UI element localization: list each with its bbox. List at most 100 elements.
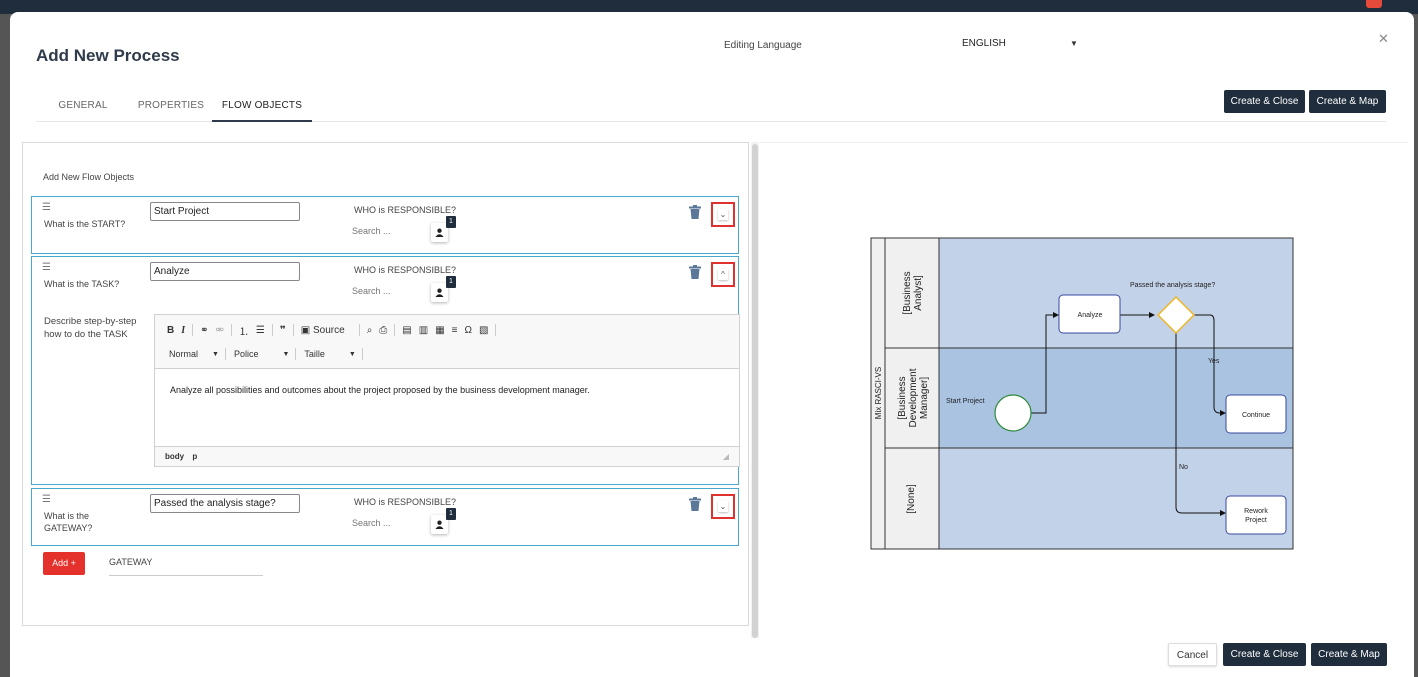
flow-object-task: ☰ What is the TASK? WHO is RESPONSIBLE? …	[31, 256, 740, 485]
print-icon[interactable]: ⎙	[379, 325, 387, 336]
blockquote-icon[interactable]: ❞	[280, 325, 286, 336]
create-map-button[interactable]: Create & Map	[1311, 643, 1387, 666]
format-select[interactable]: Normal	[169, 349, 198, 359]
image-icon[interactable]: ▤	[402, 325, 411, 336]
tab-flow-objects[interactable]: FLOW OBJECTS	[212, 94, 312, 122]
cancel-button[interactable]: Cancel	[1168, 643, 1217, 666]
responsible-search-input[interactable]	[352, 286, 412, 296]
iframe-icon[interactable]: ▧	[479, 325, 488, 336]
special-char-icon[interactable]: Ω	[465, 325, 472, 336]
tab-properties[interactable]: PROPERTIES	[130, 94, 212, 122]
flow-object-type-select[interactable]: GATEWAY	[109, 557, 263, 576]
language-select[interactable]: ENGLISH	[962, 38, 1006, 49]
numbered-list-icon[interactable]: ⒈	[239, 323, 249, 338]
responsible-search-input[interactable]	[352, 518, 412, 528]
start-event-label: Start Project	[946, 398, 985, 405]
create-close-button[interactable]: Create & Close	[1223, 643, 1306, 666]
path-p[interactable]: p	[192, 452, 197, 461]
gateway-name-input[interactable]	[150, 494, 300, 513]
close-icon[interactable]: ✕	[1378, 31, 1389, 47]
tab-general[interactable]: GENERAL	[36, 94, 130, 122]
source-button[interactable]: ▣ Source	[301, 325, 352, 336]
responsible-count-badge: 1	[446, 508, 456, 520]
drag-handle-icon[interactable]: ☰	[42, 262, 51, 273]
responsible-label: WHO is RESPONSIBLE?	[354, 205, 457, 215]
editor-toolbar: B I ⚭ ⚮ ⒈ ☰ ❞ ▣ Source ⌕ ⎙ ▤ ▥ ▦ ≡ Ω ▧ N…	[155, 315, 739, 369]
assign-user-button[interactable]: 1	[431, 508, 456, 534]
process-diagram: Mix RASCI-VS [Business Analyst] [Busines…	[870, 237, 1294, 550]
toolbar-separator	[361, 348, 363, 360]
collapse-toggle-button[interactable]: ^	[711, 262, 735, 287]
create-close-button-top[interactable]: Create & Close	[1224, 90, 1305, 113]
flow-object-label: What is the GATEWAY?	[44, 511, 93, 533]
responsible-search-input[interactable]	[352, 226, 412, 236]
task-rework	[1225, 495, 1287, 535]
add-flow-object-button[interactable]: Add +	[43, 552, 85, 575]
responsible-count-badge: 1	[446, 216, 456, 228]
unlink-icon[interactable]: ⚮	[216, 325, 224, 336]
size-select[interactable]: Taille	[304, 349, 325, 359]
toolbar-separator	[230, 324, 232, 336]
lane-label-line: [None]	[906, 484, 917, 514]
source-label: Source	[313, 324, 345, 336]
create-map-button-top[interactable]: Create & Map	[1309, 90, 1386, 113]
assign-user-button[interactable]: 1	[431, 216, 456, 242]
caret-down-icon[interactable]: ▼	[282, 351, 289, 358]
caret-down-icon[interactable]: ▼	[212, 351, 219, 358]
pool-label: Mix RASCI-VS	[874, 367, 883, 419]
background-left	[0, 14, 10, 677]
task-description-label: Describe step-by-step how to do the TASK	[44, 316, 137, 340]
link-icon[interactable]: ⚭	[200, 325, 208, 336]
caret-down-icon[interactable]: ▼	[349, 351, 356, 358]
drag-handle-icon[interactable]: ☰	[42, 202, 51, 213]
toolbar-separator	[295, 348, 297, 360]
toolbar-separator	[495, 324, 497, 336]
tab-bar: GENERAL PROPERTIES FLOW OBJECTS	[36, 94, 1386, 122]
lane-label-business-analyst: [Business Analyst]	[902, 271, 924, 314]
assign-user-button[interactable]: 1	[431, 276, 456, 302]
editor-content[interactable]: Analyze all possibilities and outcomes a…	[170, 385, 730, 395]
bulleted-list-icon[interactable]: ☰	[256, 325, 265, 336]
flow-objects-heading: Add New Flow Objects	[43, 172, 135, 182]
trash-icon[interactable]	[689, 497, 701, 511]
flow-objects-panel: Add New Flow Objects ☰ What is the START…	[22, 142, 749, 626]
font-select[interactable]: Police	[234, 349, 259, 359]
collapse-toggle-button[interactable]: ⌄	[711, 494, 735, 519]
drag-handle-icon[interactable]: ☰	[42, 494, 51, 505]
caret-down-icon[interactable]: ▼	[1070, 39, 1078, 48]
scrollbar-thumb[interactable]	[752, 144, 758, 638]
user-icon	[435, 288, 444, 297]
toolbar-separator	[292, 324, 294, 336]
responsible-label: WHO is RESPONSIBLE?	[354, 497, 457, 507]
editing-language-label: Editing Language	[724, 40, 802, 51]
collapse-toggle-button[interactable]: ⌄	[711, 202, 735, 227]
lane-label-none: [None]	[906, 484, 917, 514]
lane-label-business-dev-manager: [Business Development Manager]	[897, 368, 930, 427]
start-name-input[interactable]	[150, 202, 300, 221]
resize-handle-icon[interactable]: ◢	[723, 447, 729, 467]
notification-dot[interactable]	[1366, 0, 1382, 8]
edge-yes-label: Yes	[1208, 358, 1220, 365]
user-icon	[435, 520, 444, 529]
task-continue-label: Continue	[1242, 412, 1270, 419]
flash-icon[interactable]: ▥	[419, 325, 428, 336]
left-panel-scrollbar[interactable]	[751, 142, 759, 638]
toolbar-separator	[224, 348, 226, 360]
horizontal-rule-icon[interactable]: ≡	[452, 325, 458, 336]
task-analyze-label: Analyze	[1078, 312, 1103, 319]
bold-button[interactable]: B	[167, 325, 174, 336]
flow-object-label: What is the TASK?	[44, 279, 120, 289]
italic-button[interactable]: I	[181, 325, 185, 336]
preview-icon[interactable]: ⌕	[367, 325, 373, 336]
toolbar-separator	[271, 324, 273, 336]
add-process-modal: Add New Process Editing Language ENGLISH…	[10, 12, 1414, 677]
responsible-label: WHO is RESPONSIBLE?	[354, 265, 457, 275]
trash-icon[interactable]	[689, 265, 701, 279]
toolbar-separator	[394, 324, 396, 336]
diagram-panel: Mix RASCI-VS [Business Analyst] [Busines…	[760, 142, 1408, 639]
chevron-down-icon: ⌄	[719, 210, 727, 219]
table-icon[interactable]: ▦	[435, 325, 444, 336]
trash-icon[interactable]	[689, 205, 701, 219]
task-name-input[interactable]	[150, 262, 300, 281]
path-body[interactable]: body	[165, 452, 184, 461]
